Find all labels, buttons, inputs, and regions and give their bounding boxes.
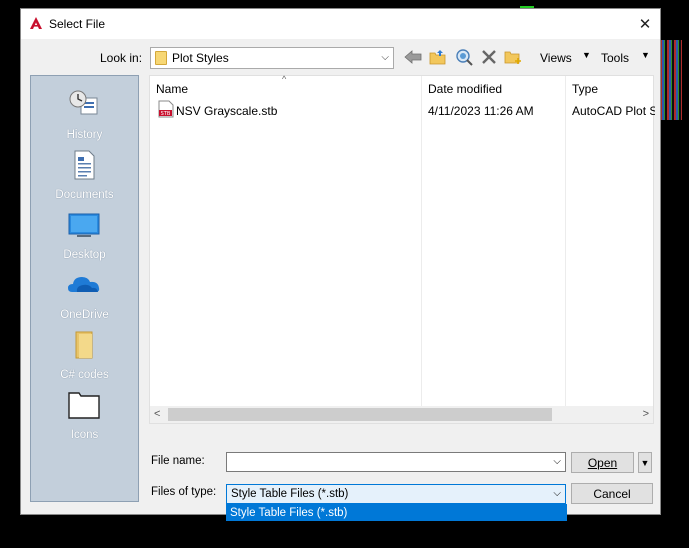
file-type-option[interactable]: Style Table Files (*.stb) bbox=[226, 504, 567, 521]
open-dropdown-button[interactable]: ▼ bbox=[638, 452, 652, 473]
background-artifact bbox=[660, 40, 682, 120]
scroll-thumb[interactable] bbox=[168, 408, 552, 421]
place-label: C# codes bbox=[60, 369, 109, 381]
delete-x-icon bbox=[482, 50, 496, 64]
autocad-logo-icon bbox=[30, 17, 42, 29]
places-bar: History Documents Desktop OneDrive C# co… bbox=[30, 75, 139, 502]
folder-icon bbox=[75, 331, 93, 359]
scroll-right-icon[interactable]: > bbox=[643, 408, 649, 420]
title-bar: Select File ✕ bbox=[21, 9, 660, 39]
file-type-label: Files of type: bbox=[151, 486, 217, 498]
column-divider bbox=[565, 76, 566, 408]
place-label: History bbox=[66, 129, 103, 141]
scroll-left-icon[interactable]: < bbox=[154, 408, 160, 420]
place-label: Desktop bbox=[63, 249, 106, 261]
search-web-button[interactable] bbox=[454, 47, 474, 67]
tools-dropdown-icon[interactable]: ▼ bbox=[641, 50, 650, 60]
tools-menu[interactable]: Tools bbox=[601, 51, 629, 65]
stb-file-icon: STB bbox=[158, 100, 174, 118]
up-folder-button[interactable] bbox=[428, 47, 448, 67]
chevron-down-icon: ▼ bbox=[640, 457, 650, 468]
close-icon: ✕ bbox=[638, 16, 652, 33]
file-list[interactable]: ^ Name Date modified Type STB NSV Graysc… bbox=[149, 74, 655, 424]
back-arrow-icon bbox=[404, 50, 422, 64]
place-onedrive[interactable]: OneDrive bbox=[31, 264, 138, 324]
chevron-down-icon[interactable]: ⌵ bbox=[553, 456, 561, 467]
column-divider bbox=[421, 76, 422, 408]
place-c-codes[interactable]: C# codes bbox=[31, 324, 138, 384]
select-file-dialog: Select File ✕ Look in: Plot Styles ⌵ Vie… bbox=[20, 8, 661, 521]
delete-button[interactable] bbox=[479, 47, 499, 67]
file-name-input[interactable]: ⌵ bbox=[226, 452, 566, 472]
file-name-label: File name: bbox=[151, 455, 205, 467]
folder-outline-icon bbox=[68, 392, 100, 419]
documents-icon bbox=[74, 150, 95, 180]
file-type-value: Style Table Files (*.stb) bbox=[231, 488, 349, 500]
views-dropdown-icon[interactable]: ▼ bbox=[582, 50, 591, 60]
look-in-combo[interactable]: Plot Styles ⌵ bbox=[150, 47, 394, 69]
column-header-name[interactable]: Name bbox=[156, 82, 188, 96]
sort-ascending-icon: ^ bbox=[282, 74, 287, 84]
look-in-value: Plot Styles bbox=[172, 51, 229, 65]
column-header-date[interactable]: Date modified bbox=[428, 82, 502, 96]
place-documents[interactable]: Documents bbox=[31, 144, 138, 204]
place-history[interactable]: History bbox=[31, 84, 138, 144]
column-header-type[interactable]: Type bbox=[572, 82, 598, 96]
history-icon bbox=[69, 90, 98, 115]
look-in-label: Look in: bbox=[100, 51, 143, 65]
close-button[interactable]: ✕ bbox=[630, 9, 660, 39]
folder-up-icon bbox=[429, 50, 446, 65]
place-label: Documents bbox=[55, 189, 114, 201]
file-name-cell[interactable]: NSV Grayscale.stb bbox=[176, 104, 277, 118]
cancel-button[interactable]: Cancel bbox=[571, 483, 653, 504]
place-desktop[interactable]: Desktop bbox=[31, 204, 138, 264]
place-icons[interactable]: Icons bbox=[31, 384, 138, 444]
dialog-title: Select File bbox=[49, 17, 106, 31]
cancel-button-label: Cancel bbox=[593, 486, 631, 501]
chevron-down-icon: ⌵ bbox=[381, 52, 389, 63]
search-web-icon bbox=[456, 49, 473, 66]
horizontal-scrollbar[interactable]: < > bbox=[150, 406, 653, 423]
place-label: Icons bbox=[70, 429, 99, 441]
back-button[interactable] bbox=[403, 47, 423, 67]
open-button[interactable]: Open bbox=[571, 452, 634, 473]
file-date-cell: 4/11/2023 11:26 AM bbox=[428, 104, 534, 118]
open-button-label: Open bbox=[587, 455, 618, 470]
file-type-cell: AutoCAD Plot S bbox=[572, 104, 655, 118]
place-label: OneDrive bbox=[60, 309, 109, 321]
file-type-combo[interactable]: Style Table Files (*.stb) ⌵ bbox=[226, 484, 566, 504]
svg-text:STB: STB bbox=[161, 111, 171, 117]
desktop-icon bbox=[68, 213, 100, 237]
views-menu[interactable]: Views bbox=[540, 51, 572, 65]
onedrive-icon bbox=[68, 277, 100, 292]
new-folder-icon bbox=[504, 51, 521, 64]
chevron-down-icon: ⌵ bbox=[553, 488, 561, 499]
folder-icon bbox=[155, 51, 167, 65]
new-folder-button[interactable] bbox=[503, 47, 523, 67]
